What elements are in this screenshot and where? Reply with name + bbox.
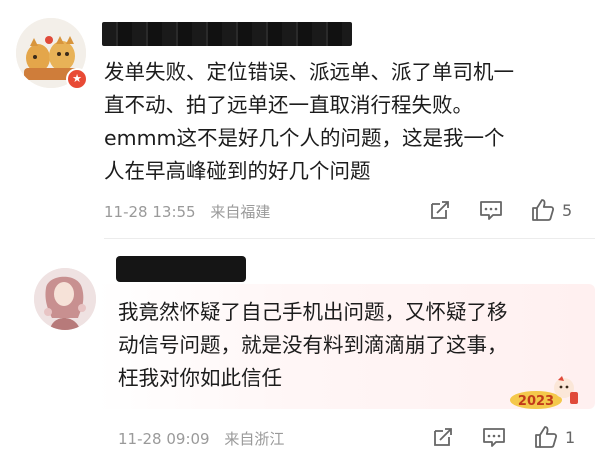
comment-time: 11-28 13:55 [104, 203, 196, 221]
share-button[interactable] [428, 198, 452, 222]
comment-actions: 1 [431, 424, 595, 450]
reply-button[interactable] [478, 198, 504, 222]
username-redacted[interactable] [116, 256, 246, 282]
comment-location: 来自浙江 [224, 430, 285, 448]
comment-line: emmm这不是好几个人的问题，这是我一个 [104, 126, 505, 150]
share-button[interactable] [431, 425, 455, 449]
comment-time: 11-28 09:09 [118, 430, 210, 448]
comment-location: 来自福建 [210, 203, 271, 221]
comment-line: 我竟然怀疑了自己手机出问题，又怀疑了移 [118, 300, 508, 324]
star-badge-icon: ★ [66, 68, 88, 90]
thumbs-up-icon [535, 426, 558, 448]
comment-text: 发单失败、定位错误、派远单、派了单司机一 直不动、拍了远单还一直取消行程失败。 … [104, 56, 584, 188]
avatar-image [34, 268, 96, 330]
thumbs-up-icon [532, 199, 555, 221]
comment-line: 直不动、拍了远单还一直取消行程失败。 [104, 93, 473, 117]
share-icon [431, 201, 449, 219]
comment-text: 我竟然怀疑了自己手机出问题，又怀疑了移 动信号问题，就是没有料到滴滴崩了这事， … [118, 296, 563, 395]
comment-1: ★ 发单失败、定位错误、派远单、派了单司机一 直不动、拍了远单还一直取消行程失败… [0, 0, 595, 240]
comment-line: 动信号问题，就是没有料到滴滴崩了这事， [118, 333, 508, 357]
avatar[interactable] [34, 268, 96, 330]
comment-line: 发单失败、定位错误、派远单、派了单司机一 [104, 60, 514, 84]
like-button[interactable]: 5 [530, 197, 572, 223]
comment-meta: 11-28 09:09 来自浙江 [118, 428, 294, 449]
reply-button[interactable] [481, 425, 507, 449]
username-redacted[interactable] [102, 22, 352, 46]
sticker-text: 2023 [518, 394, 554, 409]
like-count: 5 [562, 200, 573, 220]
comment-line: 枉我对你如此信任 [118, 366, 282, 390]
divider [104, 238, 595, 239]
comment-line: 人在早高峰碰到的好几个问题 [104, 159, 371, 183]
comment-icon [483, 428, 505, 447]
comment-meta: 11-28 13:55 来自福建 [104, 201, 280, 222]
comment-icon [480, 201, 502, 220]
like-button[interactable]: 1 [533, 424, 575, 450]
new-year-sticker-icon: 2023 [510, 376, 578, 409]
share-icon [434, 428, 452, 446]
comment-actions: 5 [428, 197, 595, 223]
like-count: 1 [565, 427, 576, 447]
